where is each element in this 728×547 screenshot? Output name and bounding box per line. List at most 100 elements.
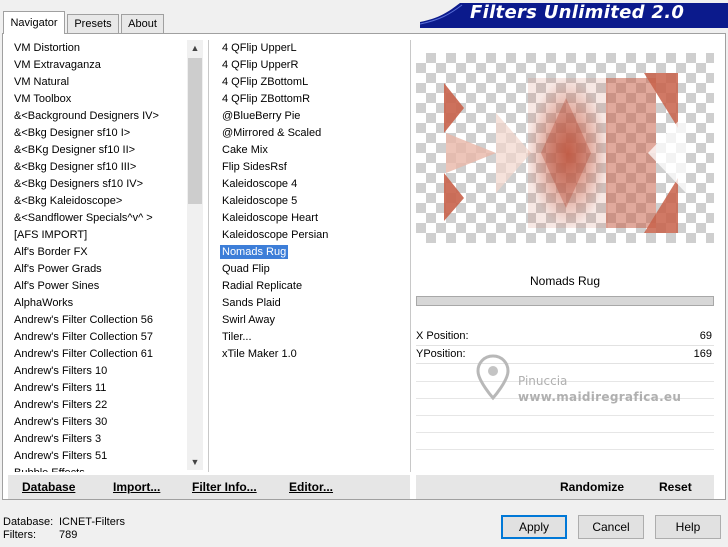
list-item[interactable]: Radial Replicate bbox=[220, 278, 405, 295]
list-item[interactable]: VM Natural bbox=[12, 74, 186, 91]
list-item-label: Andrew's Filters 11 bbox=[14, 382, 107, 394]
database-button[interactable]: Database bbox=[22, 480, 75, 494]
help-button[interactable]: Help bbox=[655, 515, 721, 539]
list-item[interactable]: Bubble Effects bbox=[12, 465, 186, 472]
list-item[interactable]: @BlueBerry Pie bbox=[220, 108, 405, 125]
scroll-up-icon[interactable]: ▲ bbox=[187, 40, 203, 56]
list-item-label: Andrew's Filters 10 bbox=[14, 365, 108, 377]
list-item[interactable]: Cake Mix bbox=[220, 142, 405, 159]
filter-info-button[interactable]: Filter Info... bbox=[192, 480, 257, 494]
list-item-label: Andrew's Filter Collection 57 bbox=[14, 331, 154, 343]
list-item-label: Andrew's Filters 22 bbox=[14, 399, 108, 411]
list-item[interactable]: Andrew's Filter Collection 61 bbox=[12, 346, 186, 363]
list-item[interactable]: Tiler... bbox=[220, 329, 405, 346]
list-item[interactable]: Alf's Power Grads bbox=[12, 261, 186, 278]
scroll-thumb[interactable] bbox=[188, 58, 202, 204]
list-item[interactable]: Alf's Power Sines bbox=[12, 278, 186, 295]
list-item-label: &<Background Designers IV> bbox=[14, 110, 159, 122]
list-item[interactable]: &<Bkg Designer sf10 I> bbox=[12, 125, 186, 142]
list-item[interactable]: 4 QFlip UpperL bbox=[220, 40, 405, 57]
list-item[interactable]: Andrew's Filters 30 bbox=[12, 414, 186, 431]
list-item[interactable]: VM Toolbox bbox=[12, 91, 186, 108]
list-item[interactable]: Alf's Border FX bbox=[12, 244, 186, 261]
list-item[interactable]: Kaleidoscope 5 bbox=[220, 193, 405, 210]
list-item[interactable]: xTile Maker 1.0 bbox=[220, 346, 405, 363]
status-database-value: ICNET-Filters bbox=[59, 516, 125, 528]
list-item-label: 4 QFlip UpperR bbox=[222, 59, 299, 71]
tab-navigator[interactable]: Navigator bbox=[3, 11, 65, 34]
list-item-label: Andrew's Filters 30 bbox=[14, 416, 108, 428]
list-item[interactable]: &<Bkg Kaleidoscope> bbox=[12, 193, 186, 210]
list-item[interactable]: 4 QFlip UpperR bbox=[220, 57, 405, 74]
list-item-label: Flip SidesRsf bbox=[222, 161, 287, 173]
list-item[interactable]: Andrew's Filters 51 bbox=[12, 448, 186, 465]
list-item[interactable]: Andrew's Filters 10 bbox=[12, 363, 186, 380]
list-item[interactable]: Flip SidesRsf bbox=[220, 159, 405, 176]
list-item[interactable]: 4 QFlip ZBottomR bbox=[220, 91, 405, 108]
list-item-label: Swirl Away bbox=[222, 314, 275, 326]
list-item[interactable]: 4 QFlip ZBottomL bbox=[220, 74, 405, 91]
list-item[interactable]: Nomads Rug bbox=[220, 244, 405, 261]
status-database-label: Database: bbox=[3, 516, 54, 528]
watermark-icon bbox=[476, 354, 510, 401]
cancel-button[interactable]: Cancel bbox=[578, 515, 644, 539]
nomads-rug-preview bbox=[444, 73, 686, 233]
list-item-label: @Mirrored & Scaled bbox=[222, 127, 322, 139]
category-scrollbar[interactable]: ▲ ▼ bbox=[187, 40, 203, 470]
list-item[interactable]: Swirl Away bbox=[220, 312, 405, 329]
list-item[interactable]: VM Distortion bbox=[12, 40, 186, 57]
watermark-url: www.maidiregrafica.eu bbox=[518, 390, 682, 404]
status-filters-label: Filters: bbox=[3, 529, 36, 541]
list-item-label: &<Bkg Designer sf10 I> bbox=[14, 127, 131, 139]
list-item[interactable]: Kaleidoscope Heart bbox=[220, 210, 405, 227]
list-item[interactable]: &<Sandflower Specials^v^ > bbox=[12, 210, 186, 227]
filter-list[interactable]: 4 QFlip UpperL 4 QFlip UpperR 4 QFlip ZBot… bbox=[220, 40, 405, 472]
list-item-label: &<BKg Designer sf10 II> bbox=[14, 144, 136, 156]
list-item-label: &<Bkg Kaleidoscope> bbox=[14, 195, 123, 207]
reset-button[interactable]: Reset bbox=[659, 480, 692, 494]
list-item-label: 4 QFlip ZBottomL bbox=[222, 76, 309, 88]
list-item-label: Kaleidoscope 4 bbox=[222, 178, 298, 190]
tab-about[interactable]: About bbox=[121, 14, 164, 33]
list-item[interactable]: @Mirrored & Scaled bbox=[220, 125, 405, 142]
list-item-label: Alf's Border FX bbox=[14, 246, 88, 258]
import-button[interactable]: Import... bbox=[113, 480, 160, 494]
list-item[interactable]: Kaleidoscope 4 bbox=[220, 176, 405, 193]
list-item[interactable]: Kaleidoscope Persian bbox=[220, 227, 405, 244]
scroll-down-icon[interactable]: ▼ bbox=[187, 454, 203, 470]
list-item[interactable]: Quad Flip bbox=[220, 261, 405, 278]
list-item-label: VM Extravaganza bbox=[14, 59, 101, 71]
list-item[interactable]: &<Bkg Designers sf10 IV> bbox=[12, 176, 186, 193]
list-item-label: @BlueBerry Pie bbox=[222, 110, 301, 122]
editor-button[interactable]: Editor... bbox=[289, 480, 333, 494]
list-item-label: Bubble Effects bbox=[12, 466, 87, 472]
list-item[interactable]: VM Extravaganza bbox=[12, 57, 186, 74]
selected-filter-title: Nomads Rug bbox=[529, 274, 601, 288]
param-x-position[interactable]: X Position: 69 bbox=[416, 328, 714, 346]
list-item[interactable]: &<Background Designers IV> bbox=[12, 108, 186, 125]
apply-button[interactable]: Apply bbox=[501, 515, 567, 539]
list-item-label: Alf's Power Sines bbox=[14, 280, 100, 292]
list-item-label: VM Distortion bbox=[14, 42, 81, 54]
list-item[interactable]: &<BKg Designer sf10 II> bbox=[12, 142, 186, 159]
list-item-label: VM Natural bbox=[14, 76, 70, 88]
list-item[interactable]: AlphaWorks bbox=[12, 295, 186, 312]
list-item-label: &<Bkg Designer sf10 III> bbox=[14, 161, 137, 173]
randomize-button[interactable]: Randomize bbox=[560, 480, 624, 494]
list-item[interactable]: Andrew's Filter Collection 56 bbox=[12, 312, 186, 329]
category-list[interactable]: VM Distortion VM Extravaganza VM Natural VM… bbox=[12, 40, 186, 472]
list-item-label: Kaleidoscope Persian bbox=[222, 229, 329, 241]
list-item[interactable]: [AFS IMPORT] bbox=[12, 227, 186, 244]
list-item-label: Kaleidoscope Heart bbox=[222, 212, 319, 224]
param-value[interactable]: 69 bbox=[700, 328, 712, 345]
list-item[interactable]: Sands Plaid bbox=[220, 295, 405, 312]
list-item[interactable]: &<Bkg Designer sf10 III> bbox=[12, 159, 186, 176]
list-item-label: &<Sandflower Specials^v^ > bbox=[14, 212, 153, 224]
tab-presets[interactable]: Presets bbox=[67, 14, 119, 33]
list-item[interactable]: Andrew's Filter Collection 57 bbox=[12, 329, 186, 346]
list-item[interactable]: Andrew's Filters 11 bbox=[12, 380, 186, 397]
list-item[interactable]: Andrew's Filters 3 bbox=[12, 431, 186, 448]
status-filters-value: 789 bbox=[59, 529, 78, 541]
list-item-label: 4 QFlip ZBottomR bbox=[222, 93, 311, 105]
list-item[interactable]: Andrew's Filters 22 bbox=[12, 397, 186, 414]
